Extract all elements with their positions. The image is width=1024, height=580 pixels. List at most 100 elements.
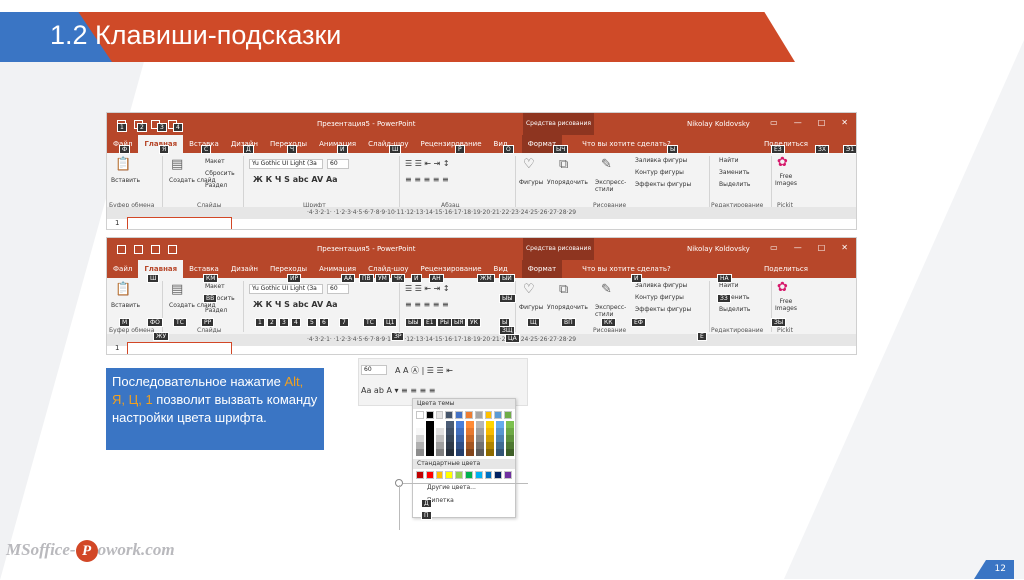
shapes-label[interactable]: Фигуры xyxy=(519,179,543,186)
color-swatch[interactable] xyxy=(455,471,463,479)
paste-icon[interactable]: 📋 xyxy=(115,282,131,297)
find-button[interactable]: Найти xyxy=(719,157,738,164)
font-color-buttons[interactable]: Aa ab A ▾ ≡ ≡ ≡ ≡ xyxy=(361,386,435,395)
font-buttons[interactable]: A A Ⓐ | ☰ ☰ ⇤ xyxy=(395,365,453,376)
pickit-icon[interactable]: ✿ xyxy=(777,155,788,170)
find-button[interactable]: Найти xyxy=(719,282,738,289)
color-swatch[interactable] xyxy=(486,449,494,456)
color-swatch[interactable] xyxy=(464,411,473,419)
color-swatch[interactable] xyxy=(416,449,424,456)
color-swatch[interactable] xyxy=(466,428,474,435)
tab-file[interactable]: Файл xyxy=(107,260,138,278)
free-images-label[interactable]: Free Images xyxy=(773,173,799,187)
color-swatch[interactable] xyxy=(435,411,444,419)
color-swatch[interactable] xyxy=(445,471,454,479)
color-swatch[interactable] xyxy=(476,428,484,435)
color-swatch[interactable] xyxy=(446,435,454,442)
color-swatch[interactable] xyxy=(416,471,424,479)
color-swatch[interactable] xyxy=(426,428,434,435)
tab-format[interactable]: Формат xyxy=(521,260,563,278)
minimize-icon[interactable]: — xyxy=(794,118,802,127)
color-swatch[interactable] xyxy=(456,449,464,456)
section-button[interactable]: Раздел xyxy=(205,307,227,314)
font-name-field[interactable]: Yu Gothic UI Light (За xyxy=(249,159,323,169)
color-swatch[interactable] xyxy=(506,449,514,456)
arrange-icon[interactable]: ⧉ xyxy=(559,282,568,297)
quick-styles-icon[interactable]: ✎ xyxy=(601,157,612,172)
paragraph-buttons[interactable]: ☰ ☰ ⇤ ⇥ ↕ xyxy=(405,284,450,293)
quick-styles-label[interactable]: Экспресс-стили xyxy=(595,304,631,318)
tell-me-box[interactable]: Что вы хотите сделать? xyxy=(576,260,677,278)
font-format-buttons[interactable]: Ж К Ч S abc AV Аа xyxy=(253,300,338,309)
color-swatch[interactable] xyxy=(486,421,494,428)
color-swatch[interactable] xyxy=(476,449,484,456)
color-swatch[interactable] xyxy=(466,435,474,442)
quick-styles-label[interactable]: Экспресс-стили xyxy=(595,179,631,193)
color-swatch[interactable] xyxy=(425,411,434,419)
color-swatch[interactable] xyxy=(426,442,434,449)
color-swatch[interactable] xyxy=(436,435,444,442)
ribbon-options-icon[interactable]: ▭ xyxy=(770,243,778,252)
save-icon[interactable] xyxy=(117,244,126,254)
color-swatch[interactable] xyxy=(504,471,512,479)
undo-icon[interactable] xyxy=(134,244,143,254)
select-button[interactable]: Выделить xyxy=(719,181,750,188)
shape-fill-button[interactable]: Заливка фигуры xyxy=(635,282,687,289)
color-swatch[interactable] xyxy=(446,421,454,428)
layout-button[interactable]: Макет xyxy=(205,158,225,165)
color-swatch[interactable] xyxy=(446,449,454,456)
font-size-field[interactable]: 60 xyxy=(361,365,387,375)
color-swatch[interactable] xyxy=(496,428,504,435)
color-swatch[interactable] xyxy=(456,428,464,435)
color-swatch[interactable] xyxy=(474,411,483,419)
color-swatch[interactable] xyxy=(435,471,444,479)
arrange-icon[interactable]: ⧉ xyxy=(559,157,568,172)
shapes-label[interactable]: Фигуры xyxy=(519,304,543,311)
replace-button[interactable]: Заменить xyxy=(719,169,750,176)
color-swatch[interactable] xyxy=(416,421,424,428)
color-swatch[interactable] xyxy=(506,428,514,435)
select-button[interactable]: Выделить xyxy=(719,306,750,313)
free-images-label[interactable]: Free Images xyxy=(773,298,799,312)
color-swatch[interactable] xyxy=(464,471,473,479)
color-swatch[interactable] xyxy=(474,471,483,479)
font-format-buttons[interactable]: Ж К Ч S abc AV Аа xyxy=(253,175,338,184)
paste-label[interactable]: Вставить xyxy=(111,302,140,309)
new-slide-icon[interactable]: ▤ xyxy=(171,157,183,172)
shapes-icon[interactable]: ♡ xyxy=(523,282,535,297)
quick-styles-icon[interactable]: ✎ xyxy=(601,282,612,297)
color-swatch[interactable] xyxy=(506,435,514,442)
color-swatch[interactable] xyxy=(436,421,444,428)
close-icon[interactable]: ✕ xyxy=(841,243,848,252)
color-swatch[interactable] xyxy=(436,442,444,449)
maximize-icon[interactable]: □ xyxy=(818,118,826,127)
color-swatch[interactable] xyxy=(506,421,514,428)
color-swatch[interactable] xyxy=(486,428,494,435)
shape-effects-button[interactable]: Эффекты фигуры xyxy=(635,306,691,313)
color-swatch[interactable] xyxy=(466,449,474,456)
section-button[interactable]: Раздел xyxy=(205,182,227,189)
align-buttons[interactable]: ≡ ≡ ≡ ≡ ≡ xyxy=(405,300,449,309)
color-swatch[interactable] xyxy=(416,435,424,442)
align-buttons[interactable]: ≡ ≡ ≡ ≡ ≡ xyxy=(405,175,449,184)
font-name-field[interactable]: Yu Gothic UI Light (За xyxy=(249,284,323,294)
paste-icon[interactable]: 📋 xyxy=(115,157,131,172)
color-swatch[interactable] xyxy=(425,471,434,479)
reset-button[interactable]: Сбросить xyxy=(205,170,235,177)
color-swatch[interactable] xyxy=(466,442,474,449)
new-slide-icon[interactable]: ▤ xyxy=(171,282,183,297)
color-swatch[interactable] xyxy=(484,471,493,479)
color-swatch[interactable] xyxy=(486,442,494,449)
close-icon[interactable]: ✕ xyxy=(841,118,848,127)
arrange-label[interactable]: Упорядочить xyxy=(547,304,588,311)
color-swatch[interactable] xyxy=(436,428,444,435)
paragraph-buttons[interactable]: ☰ ☰ ⇤ ⇥ ↕ xyxy=(405,159,450,168)
pickit-icon[interactable]: ✿ xyxy=(777,280,788,295)
arrange-label[interactable]: Упорядочить xyxy=(547,179,588,186)
tab-review[interactable]: Рецензирование xyxy=(415,135,488,153)
slide-thumbnail[interactable] xyxy=(127,342,232,354)
color-swatch[interactable] xyxy=(504,411,512,419)
share-button[interactable]: Поделиться xyxy=(764,265,808,273)
tell-me-box[interactable]: Что вы хотите сделать? xyxy=(576,135,677,153)
ribbon-options-icon[interactable]: ▭ xyxy=(770,118,778,127)
